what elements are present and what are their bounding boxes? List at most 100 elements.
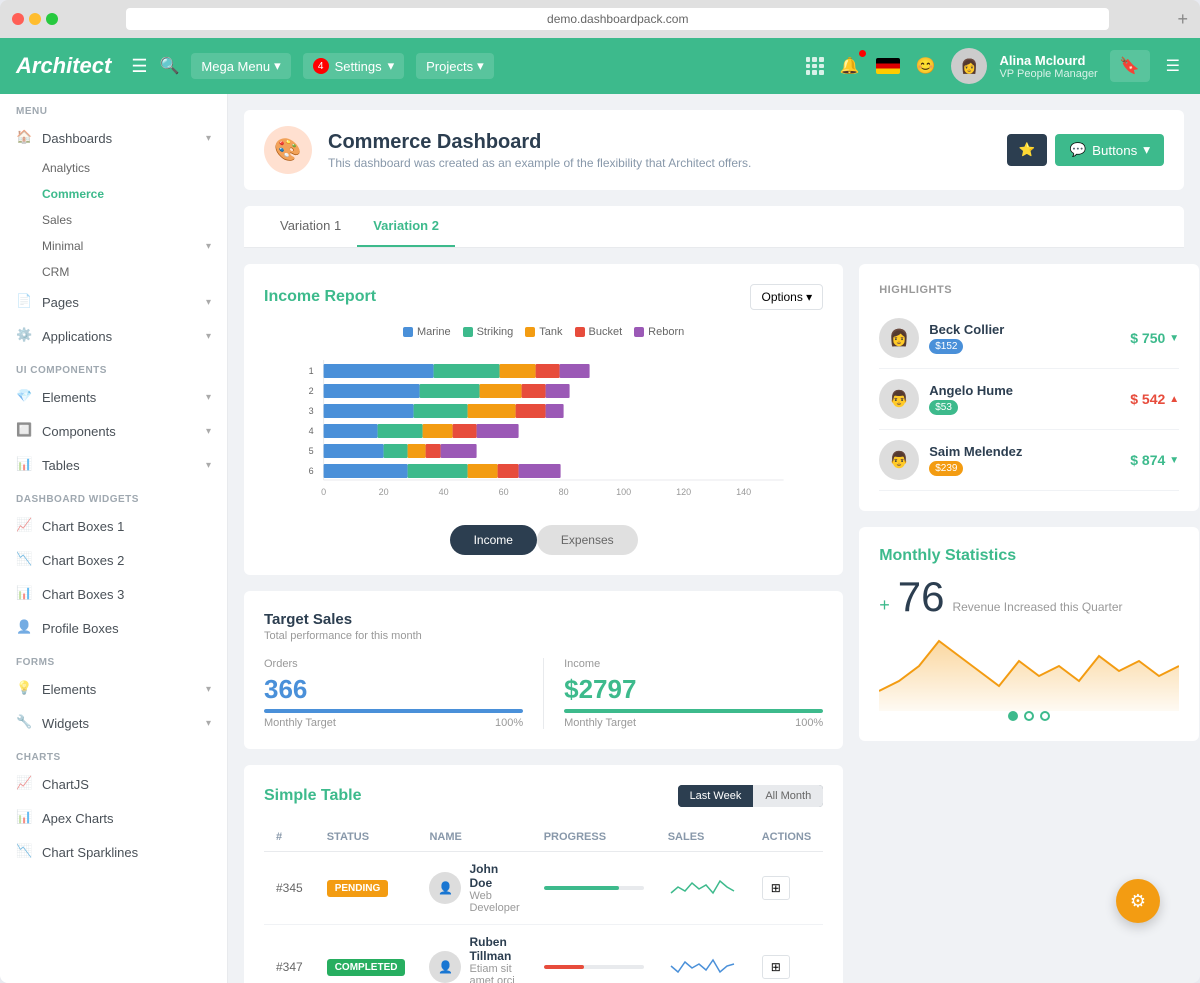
- col-status: Status: [315, 823, 418, 852]
- highlight-info-2: Saim Melendez $239: [929, 444, 1120, 476]
- expenses-toggle[interactable]: Expenses: [537, 525, 638, 555]
- carousel-dot-1[interactable]: [1008, 711, 1018, 721]
- options-button[interactable]: Options ▾: [750, 284, 823, 310]
- sidebar-sub-minimal[interactable]: Minimal▾: [0, 233, 227, 259]
- row-action-btn[interactable]: ⊞: [762, 876, 790, 900]
- bookmark-icon[interactable]: 🔖: [1110, 50, 1150, 82]
- sidebar-item-elements[interactable]: 💎 Elements ▾: [0, 380, 227, 414]
- svg-text:1: 1: [309, 366, 314, 376]
- filter-all-month[interactable]: All Month: [753, 785, 823, 807]
- components-icon: 🔲: [16, 422, 34, 440]
- carousel-dot-2[interactable]: [1024, 711, 1034, 721]
- profile-boxes-icon: 👤: [16, 619, 34, 637]
- settings-btn[interactable]: 4 Settings ▾: [303, 53, 405, 79]
- highlights-card: HIGHLIGHTS 👩 Beck Collier $152 $ 750 ▼ 👨…: [859, 264, 1199, 511]
- highlight-name-2: Saim Melendez: [929, 444, 1120, 459]
- sidebar-sub-crm[interactable]: CRM: [0, 259, 227, 285]
- progress-bar: [544, 965, 644, 969]
- table-filter-group: Last Week All Month: [678, 785, 824, 807]
- sidebar-item-dashboards[interactable]: 🏠 Dashboards ▾: [0, 121, 227, 155]
- target-metrics: Orders 366 Monthly Target 100%: [264, 658, 823, 729]
- nav-search-icon[interactable]: 🔍: [160, 56, 180, 76]
- sidebar-item-forms-widgets[interactable]: 🔧 Widgets ▾: [0, 706, 227, 740]
- apps-grid-icon[interactable]: [806, 57, 824, 75]
- person-cell: 👤 Ruben Tillman Etiam sit amet orci eget: [429, 935, 519, 983]
- target-sales-title: Target Sales: [264, 611, 823, 628]
- sidebar-sub-commerce[interactable]: Commerce: [0, 181, 227, 207]
- browser-address[interactable]: demo.dashboardpack.com: [126, 8, 1109, 30]
- page-description: This dashboard was created as an example…: [328, 156, 991, 170]
- sidebar-item-profile-boxes[interactable]: 👤 Profile Boxes: [0, 611, 227, 645]
- browser-new-tab[interactable]: +: [1177, 9, 1188, 30]
- highlight-info-1: Angelo Hume $53: [929, 383, 1120, 415]
- sidebar-item-forms-elements[interactable]: 💡 Elements ▾: [0, 672, 227, 706]
- tables-label: Tables: [42, 458, 198, 473]
- income-percent: 100%: [795, 717, 823, 729]
- content-right: HIGHLIGHTS 👩 Beck Collier $152 $ 750 ▼ 👨…: [859, 264, 1199, 983]
- sidebar-item-pages[interactable]: 📄 Pages ▾: [0, 285, 227, 319]
- star-button[interactable]: ⭐: [1007, 134, 1048, 166]
- buttons-dropdown[interactable]: 💬 Buttons ▾: [1055, 134, 1164, 166]
- chart-boxes-2-label: Chart Boxes 2: [42, 553, 211, 568]
- filter-last-week[interactable]: Last Week: [678, 785, 754, 807]
- tab-variation-1[interactable]: Variation 1: [264, 206, 357, 247]
- monthly-stats-prefix: +: [879, 595, 890, 616]
- brand-logo[interactable]: Architect: [16, 53, 111, 79]
- sidebar: MENU 🏠 Dashboards ▾ Analytics Commerce S…: [0, 94, 228, 983]
- income-toggle[interactable]: Income: [450, 525, 537, 555]
- sidebar-item-tables[interactable]: 📊 Tables ▾: [0, 448, 227, 482]
- nav-hamburger[interactable]: ☰: [131, 56, 147, 77]
- page-header-text: Commerce Dashboard This dashboard was cr…: [328, 131, 991, 170]
- language-flag[interactable]: [876, 58, 900, 74]
- carousel-dot-3[interactable]: [1040, 711, 1050, 721]
- progress-fill: [544, 886, 619, 890]
- sidebar-item-chart-boxes-2[interactable]: 📉 Chart Boxes 2: [0, 543, 227, 577]
- smile-icon[interactable]: 😊: [912, 52, 940, 80]
- chart-boxes-2-icon: 📉: [16, 551, 34, 569]
- sidebar-item-chartjs[interactable]: 📈 ChartJS: [0, 767, 227, 801]
- row-progress: [532, 852, 656, 925]
- sidebar-item-chart-sparklines[interactable]: 📉 Chart Sparklines: [0, 835, 227, 869]
- mega-menu-btn[interactable]: Mega Menu ▾: [191, 53, 290, 79]
- highlight-avatar-0: 👩: [879, 318, 919, 358]
- sidebar-item-applications[interactable]: ⚙️ Applications ▾: [0, 319, 227, 353]
- sidebar-item-apex-charts[interactable]: 📊 Apex Charts: [0, 801, 227, 835]
- svg-text:40: 40: [439, 487, 449, 497]
- monthly-stats-number: 76: [898, 573, 945, 621]
- target-sales-subtitle: Total performance for this month: [264, 630, 823, 642]
- highlight-badge-1: $53: [929, 400, 958, 415]
- notifications-icon[interactable]: 🔔: [836, 52, 864, 80]
- dashboards-icon: 🏠: [16, 129, 34, 147]
- forms-label: FORMS: [0, 645, 227, 672]
- projects-btn[interactable]: Projects ▾: [416, 53, 494, 79]
- row-progress: [532, 925, 656, 983]
- sidebar-item-components[interactable]: 🔲 Components ▾: [0, 414, 227, 448]
- highlight-badge-2: $239: [929, 461, 963, 476]
- forms-widgets-icon: 🔧: [16, 714, 34, 732]
- sidebar-sub-analytics[interactable]: Analytics: [0, 155, 227, 181]
- main-content: 🎨 Commerce Dashboard This dashboard was …: [228, 94, 1200, 983]
- sidebar-sub-sales[interactable]: Sales: [0, 207, 227, 233]
- svg-text:3: 3: [309, 406, 314, 416]
- simple-table-header: Simple Table Last Week All Month: [264, 785, 823, 807]
- chart-boxes-3-label: Chart Boxes 3: [42, 587, 211, 602]
- sidebar-item-chart-boxes-3[interactable]: 📊 Chart Boxes 3: [0, 577, 227, 611]
- user-avatar[interactable]: 👩: [951, 48, 987, 84]
- user-name: Alina Mclourd: [999, 53, 1097, 68]
- row-action-btn[interactable]: ⊞: [762, 955, 790, 979]
- income-monthly: Monthly Target: [564, 717, 636, 729]
- sidebar-item-chart-boxes-1[interactable]: 📈 Chart Boxes 1: [0, 509, 227, 543]
- tab-variation-2[interactable]: Variation 2: [357, 206, 455, 247]
- highlight-row: 👩 Beck Collier $152 $ 750 ▼: [879, 308, 1179, 369]
- pages-label: Pages: [42, 295, 198, 310]
- nav-more-icon[interactable]: ☰: [1162, 52, 1184, 80]
- fab-settings[interactable]: ⚙: [1116, 879, 1160, 923]
- tank-label: Tank: [539, 326, 562, 338]
- data-table: # Status Name Progress Sales Actions #34…: [264, 823, 823, 983]
- bucket-dot: [575, 327, 585, 337]
- page-header-actions: ⭐ 💬 Buttons ▾: [1007, 134, 1164, 166]
- bar-chart: 0 20 40 60 80 100 120 140 1: [264, 350, 823, 513]
- person-details: John Doe Web Developer: [469, 862, 519, 914]
- svg-text:6: 6: [309, 466, 314, 476]
- svg-text:4: 4: [309, 426, 314, 436]
